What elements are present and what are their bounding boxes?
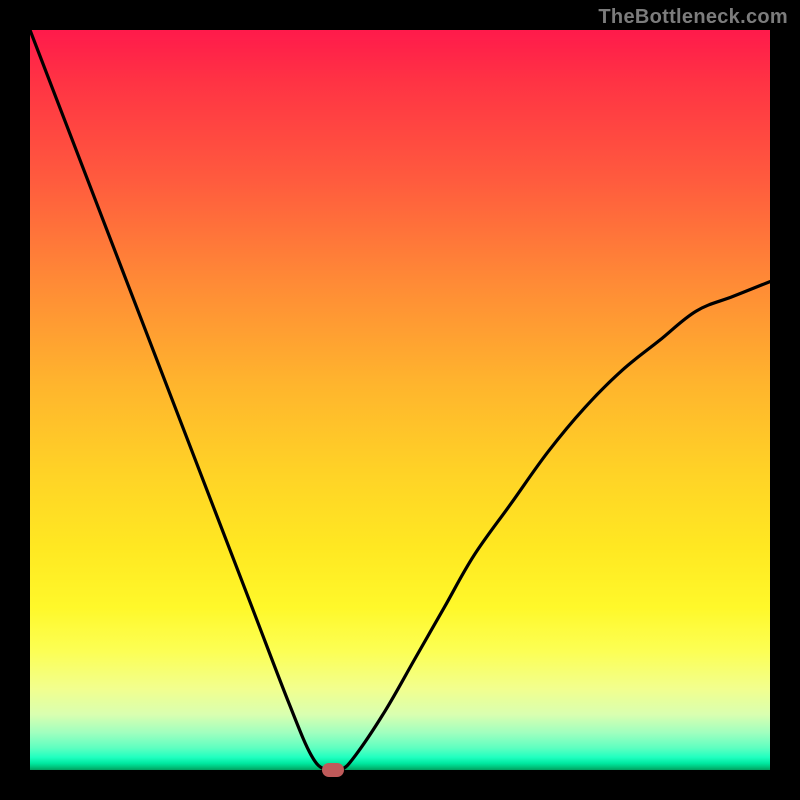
watermark-text: TheBottleneck.com [598,6,788,29]
gradient-plot-area [30,30,770,770]
chart-wrapper: TheBottleneck.com [0,0,800,800]
bottleneck-curve [30,30,770,770]
optimum-marker [322,763,344,777]
